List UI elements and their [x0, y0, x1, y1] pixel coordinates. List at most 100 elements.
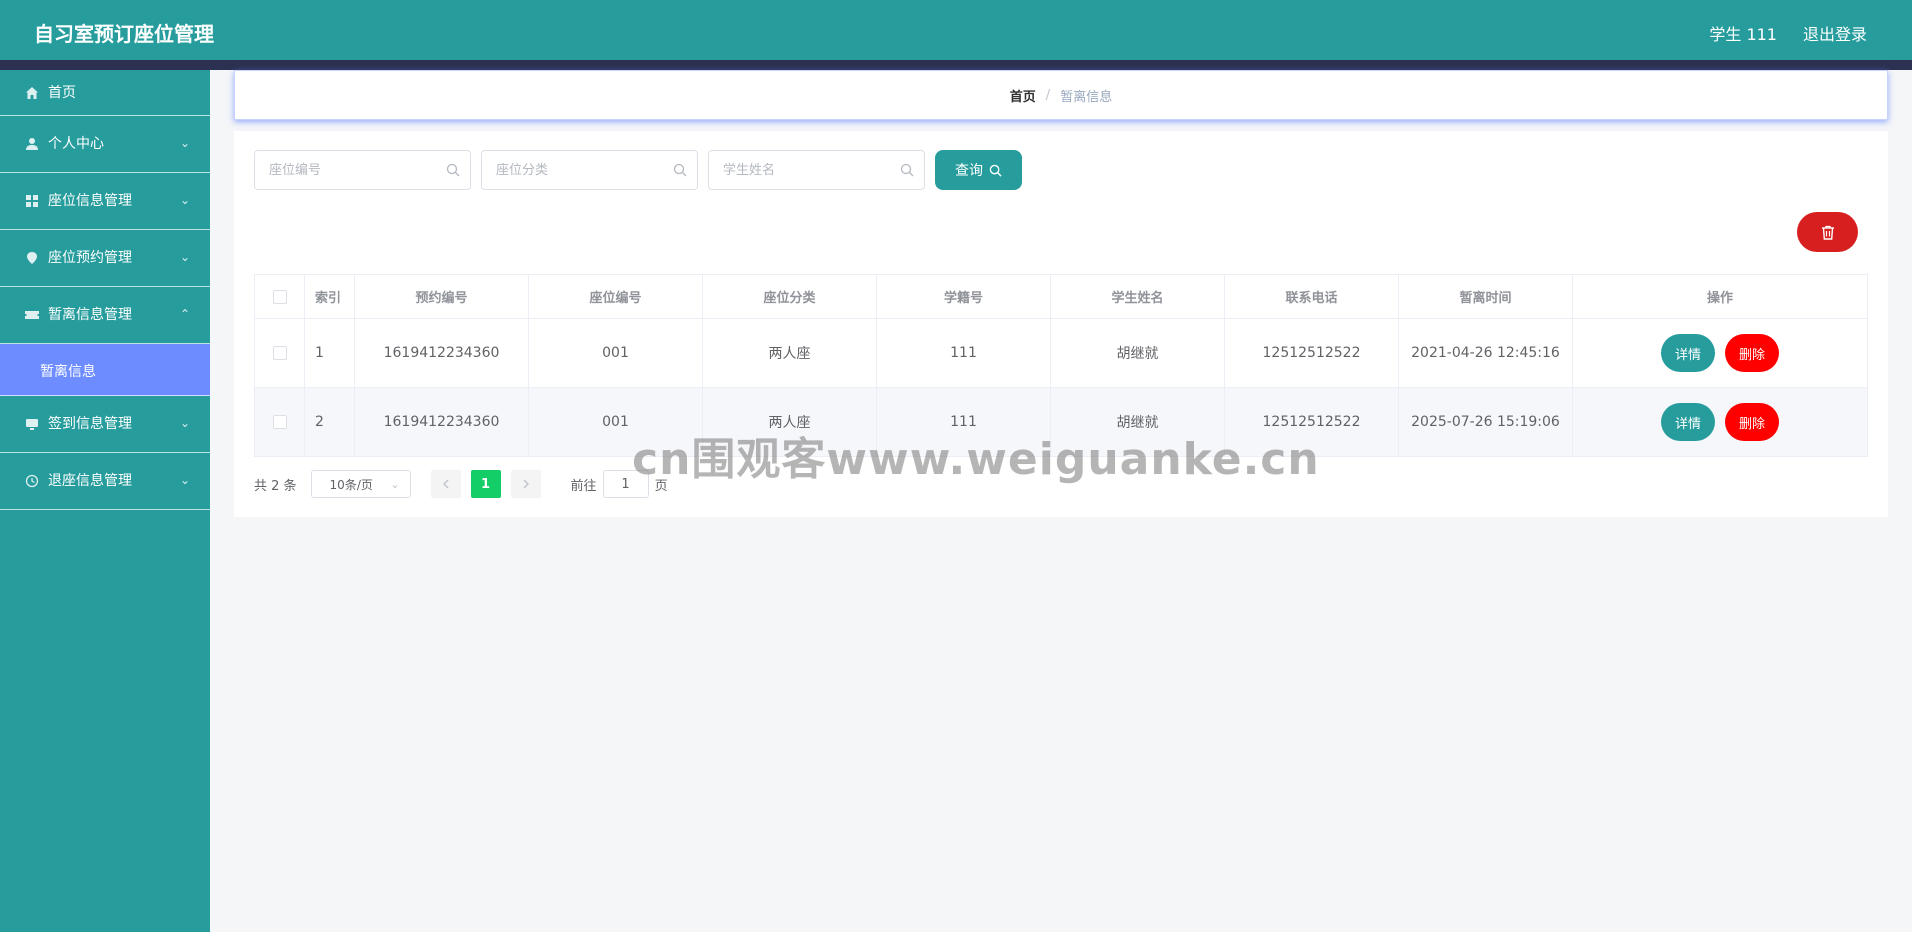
actions-cell: 详情 删除 — [1573, 319, 1867, 387]
table-row: 1 1619412234360 001 两人座 111 胡继就 12512512… — [255, 319, 1867, 388]
sidebar-item-leave-info[interactable]: 暂离信息管理 ⌃ — [0, 287, 210, 344]
column-header: 学籍号 — [877, 275, 1051, 318]
table-header-row: 索引 预约编号 座位编号 座位分类 学籍号 学生姓名 联系电话 暂离时间 操作 — [255, 275, 1867, 319]
booking-number-cell: 1619412234360 — [355, 388, 529, 456]
column-header: 联系电话 — [1225, 275, 1399, 318]
seat-number-cell: 001 — [529, 388, 703, 456]
chevron-up-icon: ⌃ — [179, 307, 190, 321]
query-button-label: 查询 — [955, 163, 983, 179]
breadcrumb-home[interactable]: 首页 — [1010, 86, 1036, 105]
delete-button[interactable]: 删除 — [1725, 403, 1780, 441]
student-name-input[interactable] — [723, 151, 893, 189]
user-icon — [24, 136, 40, 152]
delete-button[interactable]: 删除 — [1725, 334, 1780, 372]
sidebar-item-seat-booking[interactable]: 座位预约管理 ⌄ — [0, 230, 210, 287]
logout-link[interactable]: 退出登录 — [1803, 21, 1867, 45]
row-checkbox[interactable] — [272, 415, 287, 429]
detail-button[interactable]: 详情 — [1660, 403, 1715, 441]
prev-page-button[interactable] — [430, 470, 461, 498]
index-cell: 2 — [305, 388, 355, 456]
location-icon — [24, 250, 40, 266]
grid-icon — [24, 193, 40, 209]
chevron-down-icon: ⌄ — [390, 477, 400, 491]
sidebar-subitem-label: 暂离信息 — [40, 364, 96, 380]
pagination: 共 2 条 10条/页 ⌄ 1 前往 页 — [254, 470, 668, 498]
current-user: 学生 111 — [1709, 25, 1777, 44]
monitor-icon — [24, 416, 40, 432]
sidebar-item-label: 座位信息管理 — [48, 193, 132, 209]
index-cell: 1 — [305, 319, 355, 387]
detail-button[interactable]: 详情 — [1660, 334, 1715, 372]
sidebar-item-label: 暂离信息管理 — [48, 307, 132, 323]
goto-label: 前往 — [570, 478, 597, 494]
phone-cell: 12512512522 — [1225, 319, 1399, 387]
home-icon — [24, 85, 40, 101]
breadcrumb-current: 暂离信息 — [1060, 89, 1113, 105]
column-header: 预约编号 — [355, 275, 529, 318]
top-bar: 自习室预订座位管理 学生 111 退出登录 — [0, 0, 1912, 60]
chevron-down-icon: ⌄ — [179, 250, 190, 264]
sidebar-item-personal-center[interactable]: 个人中心 ⌄ — [0, 116, 210, 173]
sidebar-item-home[interactable]: 首页 — [0, 70, 210, 116]
column-header: 暂离时间 — [1399, 275, 1573, 318]
query-button[interactable]: 查询 — [935, 150, 1022, 190]
total-count: 共 2 条 — [254, 478, 297, 494]
seat-number-input[interactable] — [269, 151, 439, 189]
breadcrumb: 首页 / 暂离信息 — [234, 70, 1888, 120]
next-page-button[interactable] — [510, 470, 541, 498]
sidebar-subitem-leave-info[interactable]: 暂离信息 — [0, 344, 210, 396]
goto-page-input[interactable] — [602, 470, 649, 498]
chevron-right-icon — [523, 479, 529, 489]
seat-number-cell: 001 — [529, 319, 703, 387]
actions-cell: 详情 删除 — [1573, 388, 1867, 456]
seat-type-input[interactable] — [496, 151, 666, 189]
app-title: 自习室预订座位管理 — [34, 22, 214, 46]
chevron-down-icon: ⌄ — [179, 193, 190, 207]
sidebar-item-checkin-info[interactable]: 签到信息管理 ⌄ — [0, 396, 210, 453]
sidebar-item-label: 退座信息管理 — [48, 473, 132, 489]
search-icon — [989, 164, 1002, 177]
search-icon — [673, 163, 687, 177]
row-checkbox-cell — [255, 319, 305, 387]
page-size-select[interactable]: 10条/页 ⌄ — [310, 470, 411, 498]
page-unit-label: 页 — [654, 478, 668, 494]
sidebar-item-label: 首页 — [48, 84, 76, 101]
chevron-down-icon: ⌄ — [179, 416, 190, 430]
seat-type-cell: 两人座 — [703, 319, 877, 387]
sidebar-item-return-info[interactable]: 退座信息管理 ⌄ — [0, 453, 210, 510]
chevron-down-icon: ⌄ — [179, 136, 190, 150]
search-icon — [900, 163, 914, 177]
sidebar-item-label: 座位预约管理 — [48, 250, 132, 266]
column-header: 索引 — [305, 275, 355, 318]
trash-icon — [1821, 225, 1834, 240]
seat-type-search-field — [481, 150, 698, 190]
column-header: 座位编号 — [529, 275, 703, 318]
student-id-cell: 111 — [877, 388, 1051, 456]
search-icon — [446, 163, 460, 177]
sidebar-item-label: 签到信息管理 — [48, 416, 132, 432]
booking-number-cell: 1619412234360 — [355, 319, 529, 387]
chevron-down-icon: ⌄ — [179, 473, 190, 487]
leave-time-cell: 2021-04-26 12:45:16 — [1399, 319, 1573, 387]
select-all-checkbox[interactable] — [272, 289, 287, 304]
clock-icon — [24, 473, 40, 489]
row-checkbox[interactable] — [272, 346, 287, 360]
column-header: 座位分类 — [703, 275, 877, 318]
batch-delete-button[interactable] — [1797, 212, 1858, 252]
seat-number-search-field — [254, 150, 471, 190]
header-divider-bar — [0, 60, 1912, 70]
student-name-search-field — [708, 150, 925, 190]
main-panel: 查询 索引 预约编号 座位编号 座位分类 学籍号 学生姓名 联系电话 暂离时间 … — [234, 131, 1888, 517]
page-number-button[interactable]: 1 — [470, 470, 501, 498]
ticket-icon — [24, 307, 40, 323]
student-id-cell: 111 — [877, 319, 1051, 387]
sidebar-item-seat-info[interactable]: 座位信息管理 ⌄ — [0, 173, 210, 230]
seat-type-cell: 两人座 — [703, 388, 877, 456]
phone-cell: 12512512522 — [1225, 388, 1399, 456]
page-size-value: 10条/页 — [329, 477, 373, 492]
sidebar-item-label: 个人中心 — [48, 136, 104, 152]
column-header: 操作 — [1706, 291, 1733, 306]
breadcrumb-separator: / — [1045, 87, 1051, 103]
chevron-left-icon — [442, 479, 449, 489]
row-checkbox-cell — [255, 388, 305, 456]
